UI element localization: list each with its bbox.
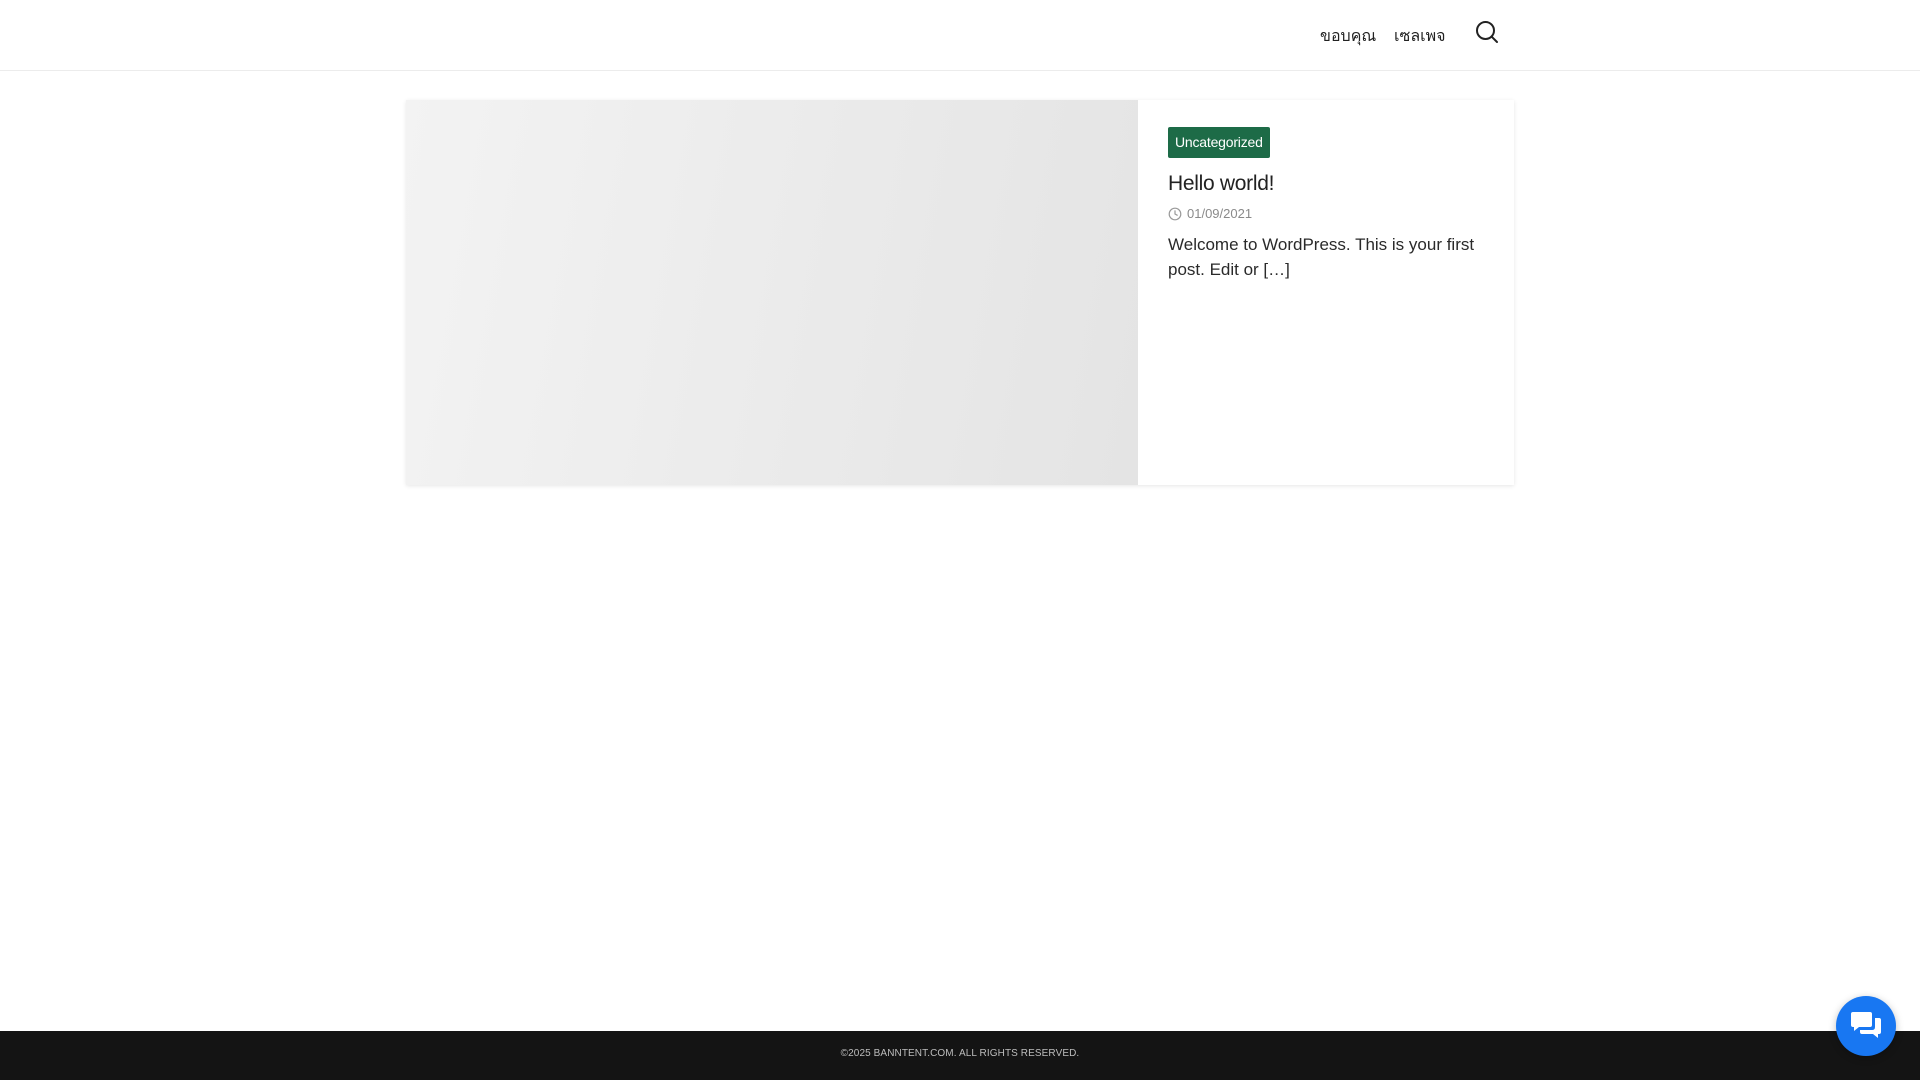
post-date: 01/09/2021 [1187, 206, 1253, 221]
post-body: Uncategorized Hello world! 01/09/2021 We… [1138, 100, 1514, 485]
search-button[interactable] [1474, 19, 1500, 45]
post-title[interactable]: Hello world! [1168, 172, 1274, 196]
copyright-text: ©2025 BANNTENT.COM. ALL RIGHTS RESERVED. [840, 1048, 1080, 1059]
site-header: ขอบคุณ เซลเพจ [0, 0, 1920, 71]
chat-bubbles-icon [1851, 1012, 1881, 1038]
post-thumbnail[interactable] [406, 100, 1138, 485]
nav-item-khop-khun[interactable]: ขอบคุณ [1320, 24, 1376, 49]
clock-icon [1168, 207, 1182, 220]
post-meta: 01/09/2021 [1168, 206, 1252, 221]
chat-button[interactable] [1836, 996, 1896, 1056]
site-footer: ©2025 BANNTENT.COM. ALL RIGHTS RESERVED. [0, 1031, 1920, 1080]
post-excerpt: Welcome to WordPress. This is your first… [1168, 235, 1475, 279]
search-icon [1476, 21, 1498, 43]
nav-item-sale-page[interactable]: เซลเพจ [1394, 24, 1446, 49]
category-badge[interactable]: Uncategorized [1168, 127, 1270, 158]
post-card: Uncategorized Hello world! 01/09/2021 We… [406, 100, 1514, 485]
